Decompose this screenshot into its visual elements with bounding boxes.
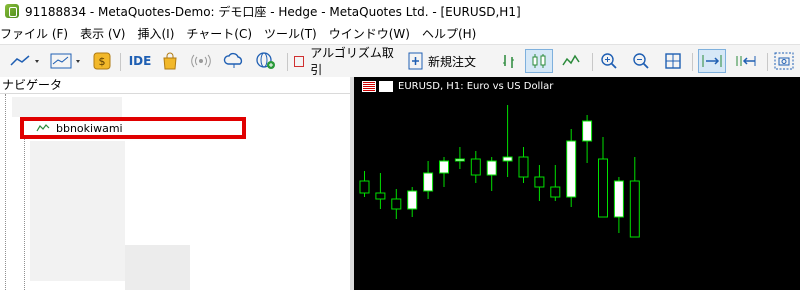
zoom-out-icon (633, 53, 649, 69)
title-bar: 91188834 - MetaQuotes-Demo: デモ口座 - Hedge… (0, 0, 800, 22)
candle-body (566, 140, 577, 198)
zoom-in-button[interactable] (598, 49, 620, 73)
indicator-icon (36, 124, 50, 132)
chart-type-dropdown[interactable] (6, 49, 46, 73)
menu-help[interactable]: ヘルプ(H) (422, 25, 488, 42)
algo-trading-button[interactable]: アルゴリズム取引 (294, 46, 398, 77)
candle-body (518, 156, 529, 178)
candlestick-icon (532, 54, 546, 68)
menu-view[interactable]: 表示 (V) (80, 25, 137, 42)
menu-chart[interactable]: チャート(C) (186, 25, 264, 42)
tile-windows-button[interactable] (662, 49, 684, 73)
candle-body (550, 186, 561, 198)
zoom-in-icon (601, 53, 617, 69)
menu-tools[interactable]: ツール(T) (264, 25, 329, 42)
menu-window[interactable]: ウインドウ(W) (329, 25, 422, 42)
broadcast-icon (191, 54, 211, 68)
candle-body (502, 156, 513, 162)
candlestick-chart (359, 105, 640, 238)
candle-body (359, 180, 370, 194)
grid-icon (665, 53, 681, 69)
vps-button[interactable] (222, 49, 246, 73)
line-chart-icon (10, 55, 39, 66)
menu-file[interactable]: ファイル (F) (0, 25, 80, 42)
new-order-button[interactable]: 新規注文 (408, 49, 492, 73)
navigator-title: ナビゲータ (0, 77, 350, 94)
dollar-button[interactable]: $ (92, 49, 112, 73)
navigator-panel: ナビゲータ bbnokiwami (0, 77, 350, 290)
candle-body (391, 198, 402, 210)
autoscroll-icon (702, 55, 722, 67)
navigator-item-bbnokiwami[interactable]: bbnokiwami (20, 117, 246, 139)
line-chart-button[interactable] (560, 49, 584, 73)
metatrader-app-icon (5, 4, 19, 18)
line-wave-icon (562, 54, 580, 66)
candle-body (582, 120, 593, 142)
candle-body (439, 160, 449, 174)
menu-insert[interactable]: 挿入(I) (137, 25, 186, 42)
new-order-label: 新規注文 (428, 54, 477, 69)
candlestick-chart-button[interactable] (525, 49, 553, 73)
menu-bar: ファイル (F) 表示 (V) 挿入(I) チャート(C) ツール(T) ウイン… (0, 22, 800, 61)
blurred-region (30, 141, 125, 281)
indicators-dropdown[interactable] (48, 49, 86, 73)
toolbar-separator (592, 53, 593, 71)
candle-body (407, 190, 418, 210)
blurred-region (12, 97, 122, 117)
candle-body (598, 158, 608, 218)
svg-text:$: $ (99, 55, 106, 68)
blurred-region (125, 245, 190, 290)
zoom-out-button[interactable] (630, 49, 652, 73)
globe-plus-icon (256, 52, 275, 69)
chart-title: EURUSD, H1: Euro vs US Dollar (398, 81, 554, 92)
chart-properties-icon (379, 81, 393, 92)
signals-button[interactable] (190, 49, 212, 73)
bar-chart-icon (503, 55, 514, 68)
ide-button[interactable]: IDE (127, 49, 153, 73)
indicator-chart-icon (50, 53, 80, 69)
cloud-icon (223, 52, 243, 68)
symbol-flag-icon (362, 81, 376, 92)
toolbar-separator (287, 53, 288, 71)
toolbar: $ IDE アルゴリズム取引 新規注文 (0, 44, 800, 78)
candle-body (470, 158, 481, 176)
stop-square-icon (294, 55, 305, 67)
toolbar-separator (692, 53, 693, 71)
market-button[interactable] (160, 49, 180, 73)
candle-body (423, 172, 434, 192)
camera-icon (774, 52, 794, 70)
web-button[interactable] (254, 49, 278, 73)
chart-shift-button[interactable] (732, 49, 760, 73)
bar-chart-button[interactable] (498, 49, 520, 73)
autoscroll-button[interactable] (698, 49, 726, 73)
navigator-item-label: bbnokiwami (56, 121, 123, 135)
toolbar-separator (120, 53, 121, 71)
candle-body (486, 160, 497, 176)
algo-trading-label: アルゴリズム取引 (310, 46, 394, 77)
new-order-plus-icon (408, 52, 423, 70)
window-title: 91188834 - MetaQuotes-Demo: デモ口座 - Hedge… (25, 4, 521, 19)
chart-shift-icon (736, 56, 756, 66)
tree-guide-line (5, 94, 6, 290)
candle-body (613, 180, 624, 218)
candle-body (375, 192, 386, 200)
dollar-icon: $ (93, 52, 111, 70)
candle-body (629, 180, 640, 238)
screenshot-button[interactable] (772, 49, 796, 73)
shopping-bag-icon (163, 52, 177, 70)
chart-header: EURUSD, H1: Euro vs US Dollar (362, 81, 553, 92)
candle-body (534, 176, 545, 188)
toolbar-separator (767, 53, 768, 71)
chart-window[interactable]: EURUSD, H1: Euro vs US Dollar (354, 77, 800, 290)
candle-body (454, 158, 465, 162)
